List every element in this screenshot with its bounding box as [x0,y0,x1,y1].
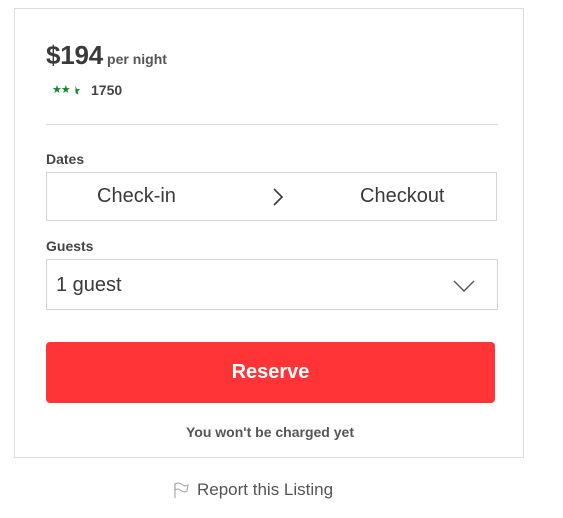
flag-icon [172,481,190,499]
divider [46,124,498,125]
booking-card: $194 per night ★ ★ 1750 Dates Check-in C… [14,8,524,458]
guests-value: 1 guest [56,274,122,296]
checkin-field[interactable]: Check-in [97,185,176,208]
charge-note: You won't be charged yet [186,424,354,440]
checkout-field[interactable]: Checkout [360,185,445,208]
chevron-down-icon [453,279,475,292]
chevron-right-icon [272,187,284,207]
report-listing-link[interactable]: Report this Listing [172,480,333,500]
price-row: $194 per night [46,40,167,71]
nightly-price: $194 [46,40,104,70]
guests-label: Guests [46,238,94,254]
guests-select[interactable]: 1 guest [46,259,498,310]
report-listing-label: Report this Listing [197,480,334,499]
reserve-button[interactable]: Reserve [46,342,495,403]
dates-label: Dates [46,151,85,167]
half-star-icon [70,85,81,96]
rating-stars: ★ ★ [52,84,88,96]
review-count[interactable]: 1750 [91,82,122,98]
date-range-picker: Check-in Checkout [46,172,497,221]
price-unit: per night [107,51,167,67]
rating-row: ★ ★ 1750 [52,82,122,98]
